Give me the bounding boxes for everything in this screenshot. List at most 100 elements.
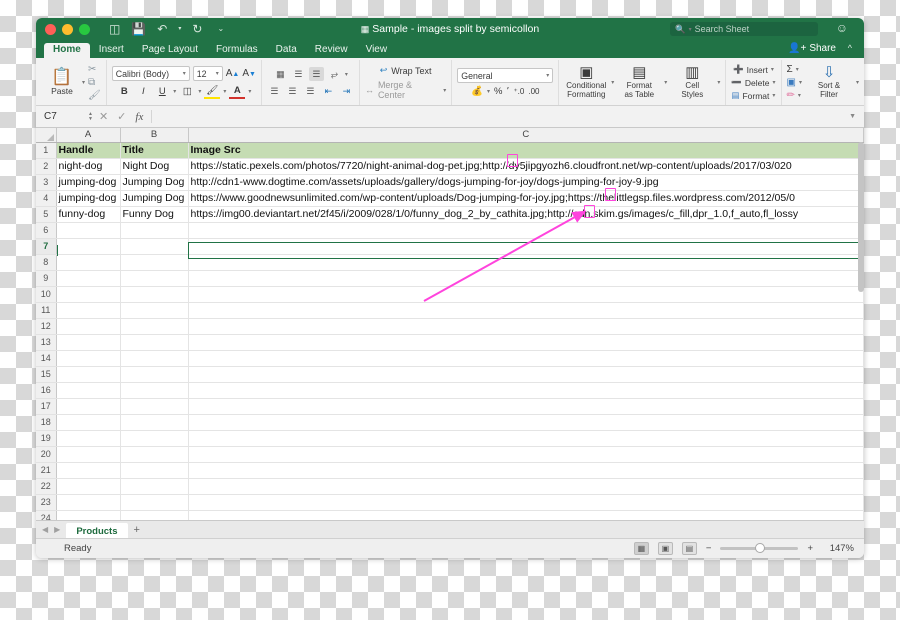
close-button[interactable] [45, 23, 56, 35]
cell-c6[interactable] [188, 222, 864, 239]
tab-review[interactable]: Review [306, 43, 357, 58]
sort-filter-button[interactable]: ⇩ Sort & Filter [807, 65, 851, 100]
cell-c5[interactable]: https://img00.deviantart.net/2f45/i/2009… [188, 206, 864, 223]
cell-b9[interactable] [120, 270, 189, 287]
increase-decimal-icon[interactable]: ⁺.0 [513, 87, 524, 96]
format-as-table-button[interactable]: ▤ Format as Table [617, 65, 661, 100]
cell-b3[interactable]: Jumping Dog [120, 174, 189, 191]
cell-a3[interactable]: jumping-dog [56, 174, 121, 191]
cell-b18[interactable] [120, 414, 189, 431]
cell-a14[interactable] [56, 350, 121, 367]
redo-icon[interactable]: ↻ [192, 23, 202, 35]
align-middle-icon[interactable]: ☰ [291, 67, 306, 81]
cell-a10[interactable] [56, 286, 121, 303]
cell-c3[interactable]: http://cdn1-www.dogtime.com/assets/uploa… [188, 174, 864, 191]
page-layout-view-icon[interactable]: ▣ [657, 542, 673, 555]
cell-c1[interactable]: Image Src [188, 142, 864, 159]
copy-icon[interactable]: ⧉ [88, 77, 101, 88]
cell-c22[interactable] [188, 478, 864, 495]
cell-c20[interactable] [188, 446, 864, 463]
cell-b13[interactable] [120, 334, 189, 351]
orientation-icon[interactable]: ⥂ [327, 67, 342, 81]
insert-function-icon[interactable]: fx [135, 111, 143, 123]
cell-a22[interactable] [56, 478, 121, 495]
borders-icon[interactable]: ◫ [179, 84, 195, 99]
cell-a9[interactable] [56, 270, 121, 287]
column-header-c[interactable]: C [188, 128, 864, 143]
cell-styles-button[interactable]: ▥ Cell Styles [670, 65, 714, 100]
column-header-b[interactable]: B [120, 128, 189, 143]
cell-a17[interactable] [56, 398, 121, 415]
align-top-icon[interactable]: ▦ [273, 67, 288, 81]
orientation-dropdown-icon[interactable]: ▾ [345, 71, 348, 78]
row-header-9[interactable]: 9 [36, 270, 57, 287]
row-header-16[interactable]: 16 [36, 382, 57, 399]
cell-c17[interactable] [188, 398, 864, 415]
comma-style-button[interactable]: ٬ [506, 86, 509, 97]
add-sheet-button[interactable]: + [134, 524, 140, 536]
cell-b20[interactable] [120, 446, 189, 463]
font-color-dropdown-icon[interactable]: ▾ [248, 88, 251, 95]
fill-color-dropdown-icon[interactable]: ▾ [223, 88, 226, 95]
row-header-21[interactable]: 21 [36, 462, 57, 479]
column-header-a[interactable]: A [56, 128, 121, 143]
sort-filter-dropdown-icon[interactable]: ▾ [856, 79, 859, 86]
minimize-button[interactable] [62, 23, 73, 35]
cell-b8[interactable] [120, 254, 189, 271]
search-box[interactable]: 🔍 ▾ Search Sheet [670, 22, 818, 36]
row-header-18[interactable]: 18 [36, 414, 57, 431]
name-box[interactable]: C7 [36, 111, 88, 122]
row-header-14[interactable]: 14 [36, 350, 57, 367]
row-header-10[interactable]: 10 [36, 286, 57, 303]
row-header-12[interactable]: 12 [36, 318, 57, 335]
tab-formulas[interactable]: Formulas [207, 43, 267, 58]
zoom-in-button[interactable]: + [807, 543, 813, 554]
font-size-select[interactable]: 12 ▾ [192, 66, 223, 81]
fill-button[interactable]: ▣ ▾ [787, 77, 802, 88]
align-center-icon[interactable]: ☰ [285, 84, 300, 98]
row-header-20[interactable]: 20 [36, 446, 57, 463]
align-left-icon[interactable]: ☰ [267, 84, 282, 98]
insert-cells-button[interactable]: ➕ Insert ▾ [733, 64, 774, 75]
grow-font-button[interactable]: A▲ [226, 68, 240, 79]
row-header-24[interactable]: 24 [36, 510, 57, 520]
name-box-stepper[interactable]: ▲ ▼ [88, 111, 93, 122]
row-header-5[interactable]: 5 [36, 206, 57, 223]
cell-c10[interactable] [188, 286, 864, 303]
cell-c8[interactable] [188, 254, 864, 271]
cell-a19[interactable] [56, 430, 121, 447]
cell-b2[interactable]: Night Dog [120, 158, 189, 175]
share-button[interactable]: 👤+ Share [788, 43, 836, 54]
cell-b7[interactable] [120, 238, 189, 255]
cell-b1[interactable]: Title [120, 142, 189, 159]
tab-data[interactable]: Data [267, 43, 306, 58]
bold-button[interactable]: B [116, 84, 132, 99]
wrap-text-button[interactable]: ↩ Wrap Text [380, 65, 432, 76]
cell-b22[interactable] [120, 478, 189, 495]
currency-icon[interactable]: 💰 [471, 86, 483, 97]
cell-c2[interactable]: https://static.pexels.com/photos/7720/ni… [188, 158, 864, 175]
percent-style-button[interactable]: % [494, 86, 502, 97]
number-format-select[interactable]: General ▾ [457, 68, 554, 83]
paste-dropdown-icon[interactable]: ▾ [82, 79, 85, 86]
cell-b5[interactable]: Funny Dog [120, 206, 189, 223]
underline-dropdown-icon[interactable]: ▾ [173, 88, 176, 95]
cell-a15[interactable] [56, 366, 121, 383]
undo-dropdown-icon[interactable]: ▾ [178, 26, 181, 32]
row-header-6[interactable]: 6 [36, 222, 57, 239]
cell-b6[interactable] [120, 222, 189, 239]
next-sheet-icon[interactable]: ▶ [54, 525, 60, 534]
tab-home[interactable]: Home [44, 43, 90, 58]
underline-button[interactable]: U [154, 84, 170, 99]
cell-a23[interactable] [56, 494, 121, 511]
cell-b4[interactable]: Jumping Dog [120, 190, 189, 207]
row-header-13[interactable]: 13 [36, 334, 57, 351]
cell-b16[interactable] [120, 382, 189, 399]
cell-c19[interactable] [188, 430, 864, 447]
conditional-formatting-dropdown-icon[interactable]: ▾ [611, 79, 614, 86]
shrink-font-button[interactable]: A▼ [242, 68, 256, 79]
decrease-indent-icon[interactable]: ⇤ [321, 84, 336, 98]
checkmark-icon[interactable]: ✓ [117, 110, 126, 123]
cell-a5[interactable]: funny-dog [56, 206, 121, 223]
zoom-slider[interactable] [720, 543, 799, 553]
